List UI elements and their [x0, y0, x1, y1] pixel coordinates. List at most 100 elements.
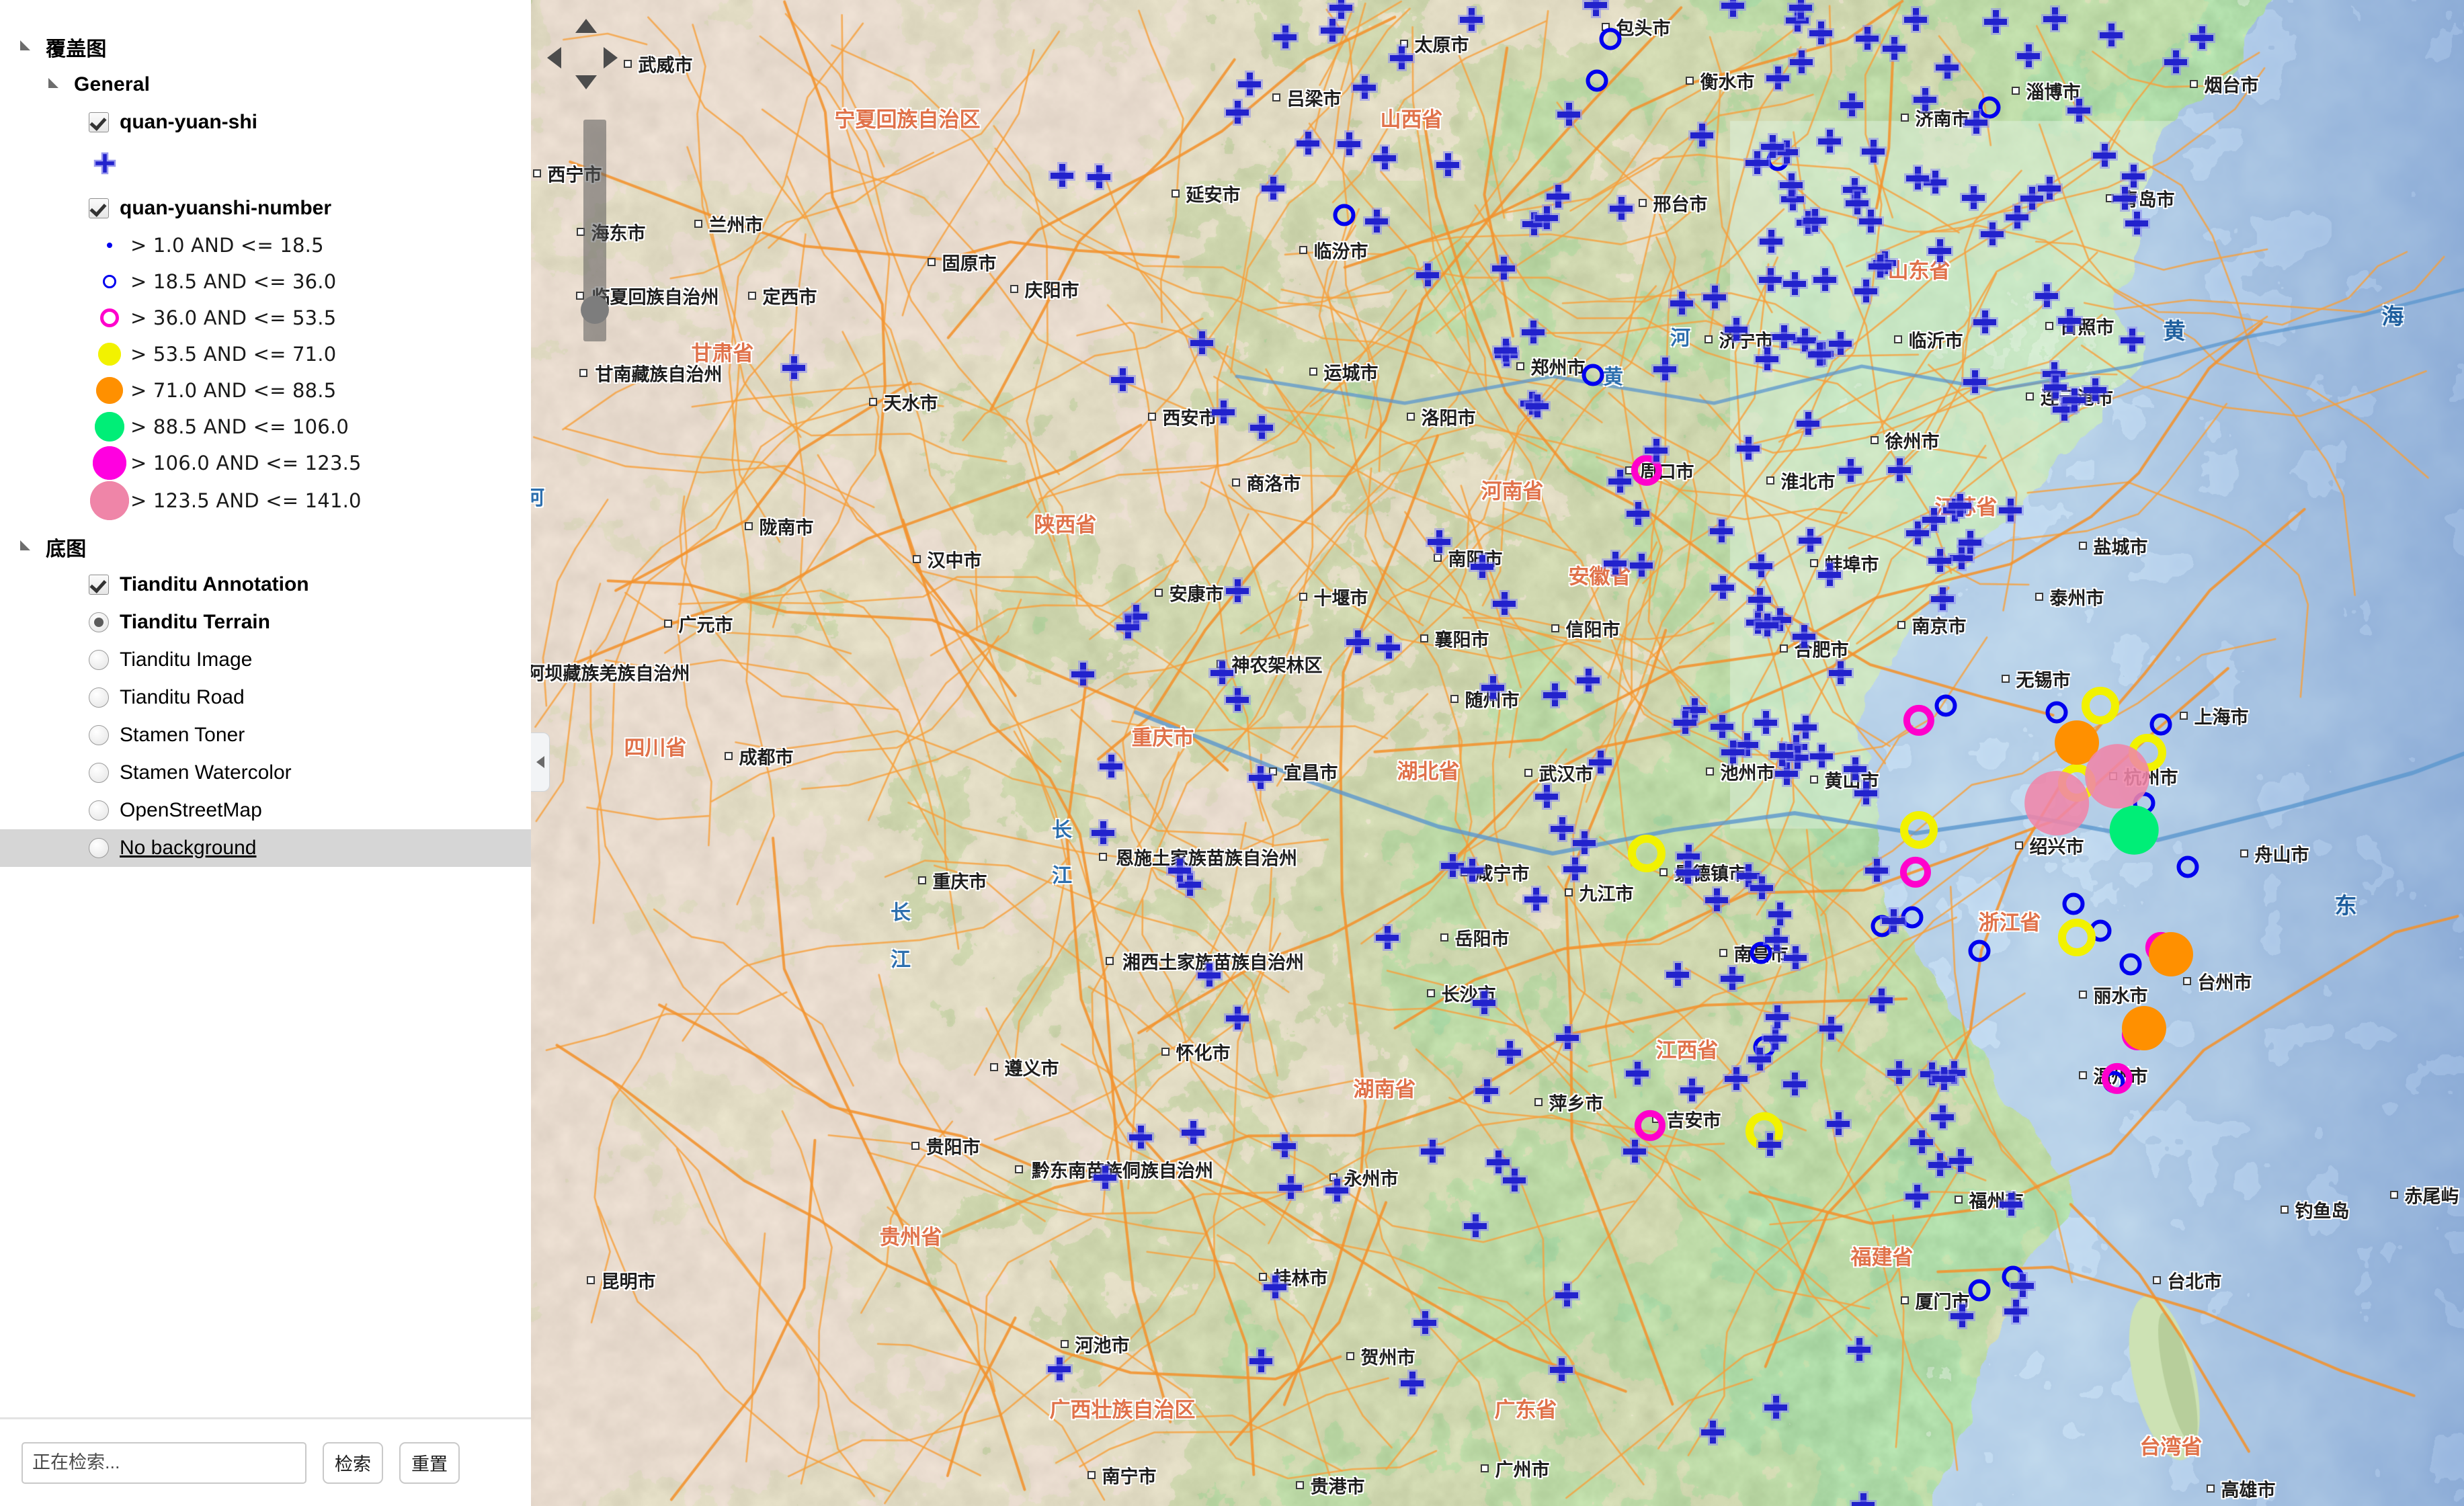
city-marker-icon	[1810, 776, 1818, 784]
basemap-label: Tianditu Annotation	[120, 573, 309, 595]
city-marker-icon	[2183, 977, 2191, 985]
caret-expanded-icon[interactable]	[19, 538, 36, 556]
legend-class-row: > 36.0 AND <= 53.5	[0, 300, 531, 336]
legend-swatch-icon	[89, 308, 130, 327]
city-marker-icon	[1516, 362, 1524, 370]
zoom-slider[interactable]	[581, 120, 609, 341]
basemap-item-tianditu-terrain[interactable]: Tianditu Terrain	[0, 603, 531, 641]
tree-group-general[interactable]: General	[0, 66, 531, 103]
basemap-item-stamen-watercolor[interactable]: Stamen Watercolor	[0, 754, 531, 792]
city-marker-icon	[1810, 559, 1818, 567]
city-marker-icon	[2079, 991, 2087, 999]
city-marker-icon	[1259, 1273, 1267, 1281]
city-marker-icon	[1172, 190, 1180, 198]
caret-expanded-icon[interactable]	[47, 76, 65, 93]
city-marker-icon	[1272, 93, 1280, 101]
legend-class-label: > 18.5 AND <= 36.0	[130, 270, 337, 293]
basemap-label: Stamen Watercolor	[120, 761, 292, 784]
layer-item-quan-yuan-shi[interactable]: quan-yuan-shi	[0, 103, 531, 141]
map-viewport[interactable]: 武威市 太原市 包头市 衡水市 济南市 淄博市 烟台市 吕梁市 西宁市 海东市 兰州市 延安市 邢台市青…	[531, 0, 2464, 1506]
basemap-item-tianditu-image[interactable]: Tianditu Image	[0, 641, 531, 679]
pan-left-arrow-icon[interactable]	[547, 47, 561, 69]
city-marker-icon	[1061, 1340, 1069, 1348]
basemap-radio[interactable]	[89, 612, 109, 632]
city-marker-icon	[2079, 542, 2087, 550]
city-marker-icon	[2180, 712, 2188, 720]
legend-swatch-icon	[89, 377, 130, 404]
basemap-radio[interactable]	[89, 800, 109, 821]
legend-symbol-quan-yuan-shi	[0, 141, 531, 185]
layer-item-quan-yuanshi-number[interactable]: quan-yuanshi-number	[0, 190, 531, 227]
city-marker-icon	[913, 555, 921, 563]
caret-expanded-icon[interactable]	[19, 38, 36, 56]
search-input[interactable]	[22, 1441, 306, 1484]
tree-group-basemap[interactable]: 底图	[0, 528, 531, 566]
city-marker-icon	[2012, 87, 2020, 95]
overlay-group-label: 覆盖图	[46, 38, 107, 60]
pan-up-arrow-icon[interactable]	[575, 19, 597, 33]
basemap-radio[interactable]	[89, 725, 109, 745]
tree-group-overlay[interactable]: 覆盖图	[0, 28, 531, 66]
city-marker-icon	[2190, 80, 2198, 88]
city-marker-icon	[1148, 413, 1156, 421]
basemap-radio[interactable]	[89, 650, 109, 670]
city-marker-icon	[1871, 436, 1879, 444]
city-marker-icon	[1269, 767, 1277, 776]
city-marker-icon	[2035, 593, 2043, 601]
city-marker-icon	[664, 620, 672, 628]
city-marker-icon	[1296, 1481, 1304, 1489]
legend-class-row: > 53.5 AND <= 71.0	[0, 336, 531, 372]
city-marker-icon	[1625, 466, 1633, 474]
basemap-checkbox[interactable]	[89, 575, 109, 595]
city-marker-icon	[1652, 1115, 1660, 1123]
legend-class-label: > 88.5 AND <= 106.0	[130, 415, 350, 438]
basemap-item-openstreetmap[interactable]: OpenStreetMap	[0, 792, 531, 829]
legend-swatch-icon	[89, 343, 130, 366]
legend-class-label: > 123.5 AND <= 141.0	[130, 489, 362, 512]
legend-class-label: > 106.0 AND <= 123.5	[130, 452, 362, 474]
city-marker-icon	[1897, 621, 1905, 629]
city-marker-icon	[1780, 644, 1788, 653]
city-marker-icon	[869, 398, 877, 406]
basemap-label: Tianditu Image	[120, 649, 253, 671]
reset-button[interactable]: 重置	[399, 1441, 460, 1484]
basemap-radio[interactable]	[89, 763, 109, 783]
collapse-panel-handle[interactable]	[531, 733, 550, 792]
layer-checkbox-quan-yuan-shi[interactable]	[89, 112, 109, 132]
basemap-label: OpenStreetMap	[120, 799, 262, 821]
city-marker-icon	[1232, 478, 1240, 487]
city-marker-icon	[2207, 1484, 2215, 1493]
general-group-label: General	[74, 73, 151, 95]
city-marker-icon	[1440, 933, 1448, 942]
pan-down-arrow-icon[interactable]	[575, 75, 597, 89]
city-marker-icon	[1551, 624, 1559, 632]
legend-class-row: > 88.5 AND <= 106.0	[0, 409, 531, 445]
legend-class-label: > 71.0 AND <= 88.5	[130, 379, 337, 402]
pan-right-arrow-icon[interactable]	[604, 47, 618, 69]
basemap-item-stamen-toner[interactable]: Stamen Toner	[0, 716, 531, 754]
legend-swatch-icon	[89, 275, 130, 288]
city-marker-icon	[1450, 695, 1459, 703]
city-marker-icon	[1686, 77, 1694, 85]
basemap-item-no-background[interactable]: No background	[0, 829, 531, 867]
city-marker-icon	[1217, 660, 1225, 668]
city-marker-icon	[2106, 194, 2114, 202]
layer-checkbox-quan-yuanshi-number[interactable]	[89, 198, 109, 218]
search-button[interactable]: 检索	[323, 1441, 383, 1484]
basemap-radio[interactable]	[89, 687, 109, 708]
legend-swatch-icon	[89, 243, 130, 248]
basemap-radio[interactable]	[89, 838, 109, 858]
map-basemap-canvas[interactable]	[531, 0, 2464, 1506]
pan-control[interactable]	[546, 17, 625, 97]
city-marker-icon	[1155, 589, 1163, 597]
city-marker-icon	[990, 1063, 998, 1071]
zoom-slider-handle[interactable]	[581, 296, 609, 324]
city-marker-icon	[1015, 1165, 1023, 1173]
city-marker-icon	[911, 1142, 919, 1150]
basemap-item-tianditu-annotation[interactable]: Tianditu Annotation	[0, 566, 531, 603]
city-marker-icon	[1534, 1098, 1543, 1106]
city-marker-icon	[1481, 1464, 1489, 1472]
basemap-item-tianditu-road[interactable]: Tianditu Road	[0, 679, 531, 716]
city-marker-icon	[2026, 392, 2034, 401]
city-marker-icon	[1901, 1296, 1909, 1304]
